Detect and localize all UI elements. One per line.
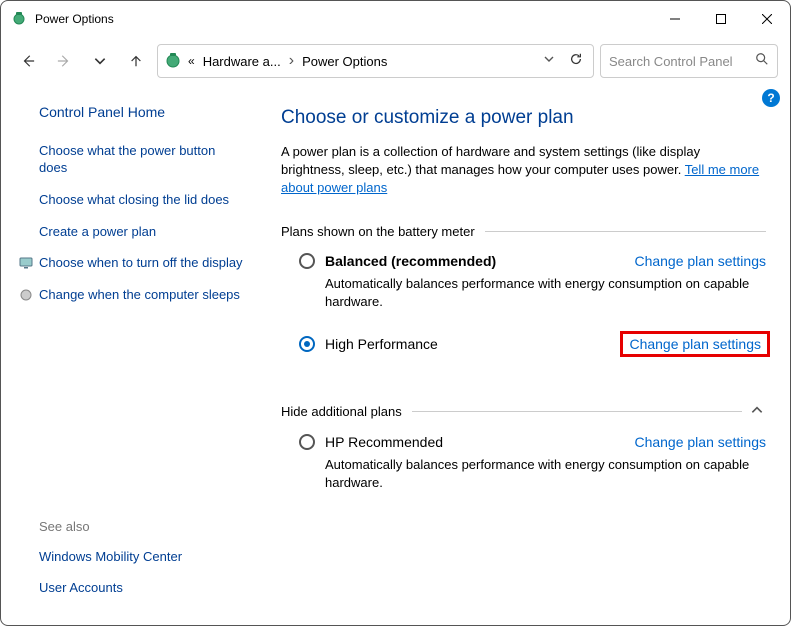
close-button[interactable] [744,1,790,37]
breadcrumb-overflow[interactable]: « [188,54,195,68]
plan-balanced-name[interactable]: Balanced (recommended) [325,253,496,269]
change-settings-balanced[interactable]: Change plan settings [634,253,766,269]
change-settings-hp-recommended[interactable]: Change plan settings [634,434,766,450]
chevron-right-icon[interactable]: › [289,52,294,70]
control-panel-home-link[interactable]: Control Panel Home [39,103,243,122]
address-bar[interactable]: « Hardware a... › Power Options [157,44,594,78]
change-settings-high-performance[interactable]: Change plan settings [629,336,761,352]
plan-hp-recommended-desc: Automatically balances performance with … [325,456,766,492]
highlight-change-settings: Change plan settings [620,331,770,357]
sidebar-link-create-plan[interactable]: Create a power plan [39,223,243,241]
plan-balanced: Balanced (recommended) Change plan setti… [299,253,766,311]
plan-balanced-desc: Automatically balances performance with … [325,275,766,311]
toolbar: « Hardware a... › Power Options Search C… [1,37,790,85]
sidebar: Control Panel Home Choose what the power… [1,85,261,625]
sidebar-link-turn-off-display[interactable]: Choose when to turn off the display [39,254,243,272]
breadcrumb-power-options[interactable]: Power Options [298,54,391,69]
search-placeholder: Search Control Panel [609,54,755,69]
section-battery-meter: Plans shown on the battery meter [281,224,766,239]
page-description: A power plan is a collection of hardware… [281,143,766,198]
radio-balanced[interactable] [299,253,315,269]
main-content: ? Choose or customize a power plan A pow… [261,85,790,625]
plan-hp-recommended-name[interactable]: HP Recommended [325,434,443,450]
refresh-button[interactable] [565,52,587,71]
plan-high-performance: High Performance Change plan settings [299,331,766,357]
window-title: Power Options [35,12,114,26]
radio-hp-recommended[interactable] [299,434,315,450]
titlebar: Power Options [1,1,790,37]
see-also-user-accounts[interactable]: User Accounts [39,579,243,597]
address-dropdown-button[interactable] [543,52,555,70]
minimize-button[interactable] [652,1,698,37]
page-heading: Choose or customize a power plan [281,107,766,129]
breadcrumb-hardware[interactable]: Hardware a... [199,54,285,69]
radio-high-performance[interactable] [299,336,315,352]
recent-locations-button[interactable] [85,46,115,76]
section-hide-additional[interactable]: Hide additional plans [281,403,766,420]
sidebar-link-closing-lid[interactable]: Choose what closing the lid does [39,191,243,209]
sleep-icon [19,288,33,302]
sidebar-link-power-button[interactable]: Choose what the power button does [39,142,243,177]
plan-hp-recommended: HP Recommended Change plan settings Auto… [299,434,766,492]
see-also-label: See also [39,519,243,534]
sidebar-link-computer-sleeps[interactable]: Change when the computer sleeps [39,286,240,304]
plan-high-performance-name[interactable]: High Performance [325,336,438,352]
expand-collapse-icon[interactable] [750,403,766,420]
control-panel-icon [164,52,182,70]
search-input[interactable]: Search Control Panel [600,44,778,78]
monitor-icon [19,256,33,270]
back-button[interactable] [13,46,43,76]
up-button[interactable] [121,46,151,76]
power-options-icon [11,11,27,27]
forward-button[interactable] [49,46,79,76]
maximize-button[interactable] [698,1,744,37]
see-also-mobility-center[interactable]: Windows Mobility Center [39,548,243,566]
help-button[interactable]: ? [762,89,780,107]
search-icon [755,52,769,71]
